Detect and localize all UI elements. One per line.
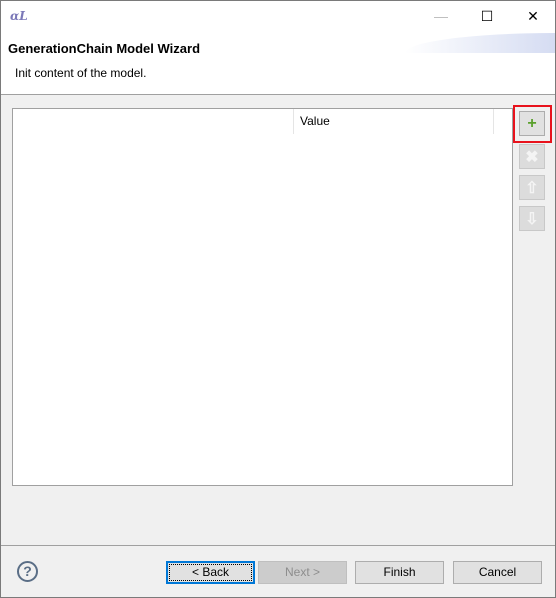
arrow-down-icon: ⇩ xyxy=(525,210,539,228)
plus-icon: + xyxy=(527,114,537,132)
delete-icon: ✖ xyxy=(525,148,539,166)
maximize-button[interactable]: ☐ xyxy=(464,1,510,31)
app-icon: αL xyxy=(10,9,28,23)
close-button[interactable]: ✕ xyxy=(510,1,556,31)
cancel-button[interactable]: Cancel xyxy=(453,561,542,584)
page-description: Init content of the model. xyxy=(15,66,147,80)
page-title: GenerationChain Model Wizard xyxy=(8,41,201,56)
remove-button[interactable]: ✖ xyxy=(519,144,545,169)
header-banner-graphic xyxy=(405,33,555,53)
footer-separator xyxy=(1,545,555,546)
next-button[interactable]: Next > xyxy=(258,561,347,584)
move-down-button[interactable]: ⇩ xyxy=(519,206,545,231)
title-bar: αL — ☐ ✕ xyxy=(1,1,555,31)
minimize-button[interactable]: — xyxy=(418,1,464,31)
help-icon[interactable]: ? xyxy=(17,561,38,582)
wizard-window: αL — ☐ ✕ GenerationChain Model Wizard In… xyxy=(0,0,556,598)
column-header-value[interactable]: Value xyxy=(294,109,494,134)
add-button[interactable]: + xyxy=(519,111,545,136)
content-table[interactable]: Value xyxy=(12,108,513,486)
arrow-up-icon: ⇧ xyxy=(525,179,539,197)
move-up-button[interactable]: ⇧ xyxy=(519,175,545,200)
finish-button[interactable]: Finish xyxy=(355,561,444,584)
wizard-header: GenerationChain Model Wizard Init conten… xyxy=(1,31,555,95)
back-button[interactable]: < Back xyxy=(166,561,255,584)
column-header-name[interactable] xyxy=(13,109,294,134)
